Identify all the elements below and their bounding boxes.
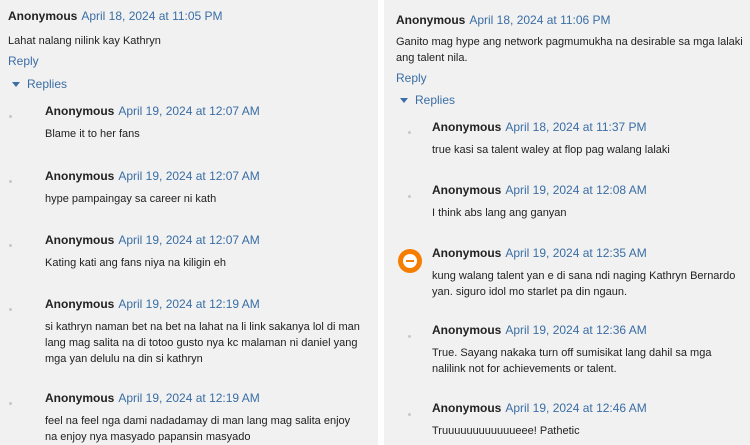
comment-author: Anonymous [432, 183, 502, 197]
comment-date-link[interactable]: April 19, 2024 at 12:35 AM [505, 246, 646, 260]
comment-text: Truuuuuuuuuuuueee! Pathetic [432, 425, 580, 437]
comment-text: Blame it to her fans [45, 128, 140, 140]
comment-text: feel na feel nga dami nadadamay di man l… [45, 415, 351, 443]
comment-text: I think abs lang ang ganyan [432, 207, 567, 219]
reply-bullet-icon [408, 335, 411, 338]
reply-bullet-icon [9, 115, 12, 118]
comment-text: Ganito mag hype ang network pagmumukha n… [396, 36, 743, 64]
reply-comment: Anonymous April 19, 2024 at 12:46 AM Truu… [432, 399, 748, 439]
top-comment: Anonymous April 18, 2024 at 11:06 PM Gani… [396, 11, 746, 85]
comment-text: Kating kati ang fans niya na kiligin eh [45, 257, 227, 269]
left-comment-thread: Anonymous April 18, 2024 at 11:05 PM Laha… [0, 0, 378, 445]
comment-date-link[interactable]: April 19, 2024 at 12:07 AM [118, 233, 259, 247]
replies-toggle[interactable]: Replies [12, 77, 67, 91]
reply-comment: Anonymous April 19, 2024 at 12:35 AM kung… [432, 244, 748, 300]
comment-text: True. Sayang nakaka turn off sumisikat l… [432, 347, 712, 375]
comment-author: Anonymous [432, 246, 502, 260]
comment-date-link[interactable]: April 19, 2024 at 12:08 AM [505, 183, 646, 197]
reply-bullet-icon [9, 180, 12, 183]
comment-author: Anonymous [45, 233, 115, 247]
reply-comment: Anonymous April 19, 2024 at 12:07 AM Blam… [45, 102, 365, 142]
comment-date-link[interactable]: April 19, 2024 at 12:19 AM [118, 391, 259, 405]
reply-comment: Anonymous April 19, 2024 at 12:07 AM hype… [45, 167, 365, 207]
comment-author: Anonymous [45, 391, 115, 405]
comment-text: hype pampaingay sa career ni kath [45, 193, 217, 205]
reply-link[interactable]: Reply [396, 71, 746, 85]
top-comment: Anonymous April 18, 2024 at 11:05 PM Laha… [8, 7, 368, 68]
comment-author: Anonymous [45, 297, 115, 311]
replies-label: Replies [415, 93, 456, 107]
blogger-icon[interactable] [398, 249, 422, 273]
comment-author: Anonymous [45, 104, 115, 118]
reply-comment: Anonymous April 19, 2024 at 12:07 AM Kati… [45, 231, 365, 271]
comment-date-link[interactable]: April 19, 2024 at 12:07 AM [118, 169, 259, 183]
comment-author: Anonymous [8, 9, 78, 23]
replies-label: Replies [27, 77, 68, 91]
reply-comment: Anonymous April 19, 2024 at 12:19 AM feel… [45, 389, 363, 445]
caret-down-icon [12, 82, 20, 88]
reply-bullet-icon [408, 131, 411, 134]
reply-bullet-icon [408, 195, 411, 198]
reply-bullet-icon [9, 244, 12, 247]
right-comment-thread: Anonymous April 18, 2024 at 11:06 PM Gani… [384, 0, 750, 445]
reply-comment: Anonymous April 19, 2024 at 12:08 AM I th… [432, 181, 748, 221]
comment-author: Anonymous [45, 169, 115, 183]
comment-text: kung walang talent yan e di sana ndi nag… [432, 270, 736, 298]
comment-date-link[interactable]: April 19, 2024 at 12:19 AM [118, 297, 259, 311]
comment-date-link[interactable]: April 19, 2024 at 12:07 AM [118, 104, 259, 118]
comment-author: Anonymous [432, 323, 502, 337]
reply-comment: Anonymous April 19, 2024 at 12:19 AM si k… [45, 295, 363, 367]
comment-date-link[interactable]: April 19, 2024 at 12:46 AM [505, 401, 646, 415]
comment-author: Anonymous [432, 401, 502, 415]
reply-comment: Anonymous April 18, 2024 at 11:37 PM true… [432, 118, 748, 158]
reply-bullet-icon [9, 402, 12, 405]
replies-toggle[interactable]: Replies [400, 93, 455, 107]
comment-text: si kathryn naman bet na bet na lahat na … [45, 321, 360, 365]
comment-date-link[interactable]: April 18, 2024 at 11:05 PM [81, 9, 222, 23]
comment-date-link[interactable]: April 18, 2024 at 11:37 PM [505, 120, 646, 134]
reply-link[interactable]: Reply [8, 54, 368, 68]
comment-author: Anonymous [396, 13, 466, 27]
reply-comment: Anonymous April 19, 2024 at 12:36 AM True… [432, 321, 748, 377]
caret-down-icon [400, 98, 408, 104]
reply-bullet-icon [408, 413, 411, 416]
reply-bullet-icon [9, 308, 12, 311]
comment-date-link[interactable]: April 18, 2024 at 11:06 PM [469, 13, 610, 27]
comment-author: Anonymous [432, 120, 502, 134]
comment-text: true kasi sa talent waley at flop pag wa… [432, 144, 670, 156]
comment-text: Lahat nalang nilink kay Kathryn [8, 35, 161, 47]
comment-date-link[interactable]: April 19, 2024 at 12:36 AM [505, 323, 646, 337]
